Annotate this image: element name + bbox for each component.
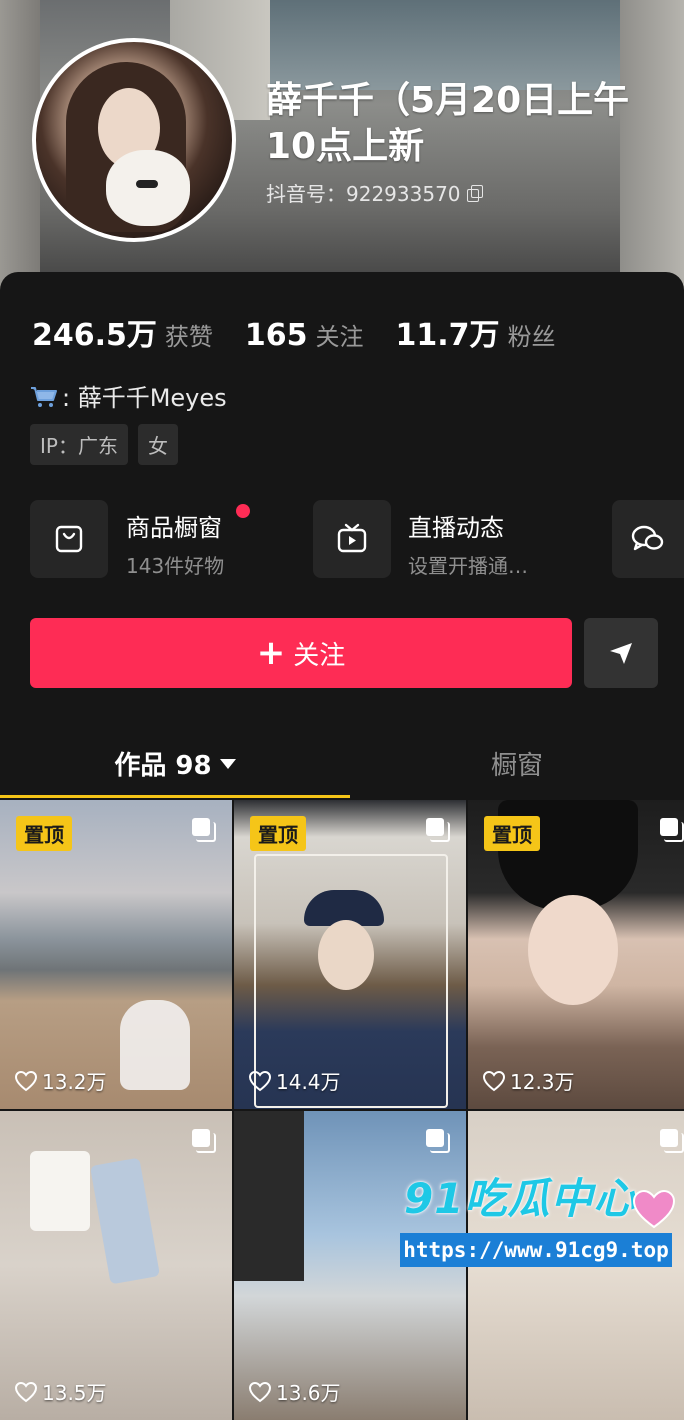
- tag-ip: IP：广东: [30, 424, 128, 465]
- shop-window-title[interactable]: 商品橱窗: [126, 508, 222, 543]
- follow-label: 关注: [293, 640, 346, 671]
- post-thumbnail[interactable]: 13.5万: [0, 1111, 232, 1420]
- tab-underline: [0, 795, 350, 798]
- like-count-text: 13.6万: [276, 1381, 341, 1405]
- live-subtitle: 设置开播通…: [408, 554, 528, 578]
- shop-window-entry[interactable]: [30, 500, 108, 578]
- stat-followers-value: 11.7万: [395, 318, 500, 353]
- shop-window-subtitle: 143件好物: [126, 554, 225, 578]
- tag-gender: 女: [137, 424, 178, 465]
- heart-logo-icon: [632, 1189, 676, 1229]
- stat-following-label: 关注: [315, 323, 364, 351]
- follow-button[interactable]: + 关注: [30, 618, 572, 688]
- like-count-text: 13.5万: [42, 1381, 107, 1405]
- post-thumbnail[interactable]: 置顶 13.2万: [0, 800, 232, 1109]
- stat-likes-label: 获赞: [164, 323, 213, 351]
- heart-icon: [14, 1070, 38, 1092]
- douyin-id-text: 抖音号：922933570: [266, 182, 461, 206]
- like-count: 13.5万: [14, 1377, 107, 1406]
- heart-icon: [248, 1070, 272, 1092]
- tab-shop-window[interactable]: 橱窗: [350, 730, 684, 796]
- douyin-id[interactable]: 抖音号：922933570: [266, 178, 483, 207]
- profile-tags: IP：广东 女: [30, 424, 178, 465]
- multi-image-icon: [192, 1129, 216, 1153]
- like-count-text: 14.4万: [276, 1070, 341, 1094]
- like-count: 13.6万: [248, 1377, 341, 1406]
- header-background-sea: [260, 0, 640, 90]
- share-button[interactable]: [584, 618, 658, 688]
- multi-image-icon: [660, 1129, 684, 1153]
- send-icon: [610, 643, 632, 664]
- like-count-text: 13.2万: [42, 1070, 107, 1094]
- like-count: 13.2万: [14, 1066, 107, 1095]
- stat-likes[interactable]: 246.5万 获赞: [32, 310, 213, 354]
- avatar[interactable]: [32, 38, 236, 242]
- stats-row: 246.5万 获赞 165 关注 11.7万 粉丝: [32, 310, 588, 354]
- heart-icon: [482, 1070, 506, 1092]
- copy-icon[interactable]: [466, 184, 483, 202]
- bag-icon: [55, 525, 83, 553]
- like-count: 12.3万: [482, 1066, 575, 1095]
- cart-icon: [30, 385, 58, 407]
- pinned-badge: 置顶: [484, 816, 540, 851]
- stat-following[interactable]: 165 关注: [245, 317, 364, 353]
- live-title[interactable]: 直播动态: [408, 508, 504, 543]
- tab-works-label: 作品 98: [114, 750, 212, 781]
- entry-row: 商品橱窗 143件好物 直播动态 设置开播通…: [30, 500, 684, 582]
- plus-icon: +: [256, 633, 286, 673]
- multi-image-icon: [426, 1129, 450, 1153]
- heart-icon: [14, 1381, 38, 1403]
- chat-entry[interactable]: [612, 500, 684, 578]
- stat-followers-label: 粉丝: [507, 323, 556, 351]
- pinned-badge: 置顶: [250, 816, 306, 851]
- post-thumbnail[interactable]: 置顶 12.3万: [468, 800, 684, 1109]
- multi-image-icon: [426, 818, 450, 842]
- stat-likes-value: 246.5万: [32, 318, 157, 353]
- profile-name: 薛千千（5月20日上午10点上新: [266, 80, 630, 167]
- tab-window-label: 橱窗: [490, 750, 543, 781]
- caret-down-icon: [219, 759, 236, 769]
- tv-icon: [337, 523, 367, 553]
- chat-icon: [631, 525, 664, 551]
- stat-followers[interactable]: 11.7万 粉丝: [396, 310, 556, 354]
- tab-works[interactable]: 作品 98: [0, 730, 350, 798]
- stat-following-value: 165: [244, 318, 308, 353]
- multi-image-icon: [660, 818, 684, 842]
- watermark-logo: 91吃瓜中心: [404, 1174, 637, 1223]
- live-entry[interactable]: [313, 500, 391, 578]
- like-count-text: 12.3万: [510, 1070, 575, 1094]
- post-thumbnail[interactable]: 置顶 14.4万: [234, 800, 466, 1109]
- like-count: 14.4万: [248, 1066, 341, 1095]
- watermark: 91吃瓜中心 https://www.91cg9.top: [400, 1165, 684, 1280]
- heart-icon: [248, 1381, 272, 1403]
- shop-link[interactable]: : 薛千千Meyes: [30, 378, 227, 413]
- shop-name: : 薛千千Meyes: [62, 384, 227, 412]
- pinned-badge: 置顶: [16, 816, 72, 851]
- multi-image-icon: [192, 818, 216, 842]
- new-dot: [236, 504, 250, 518]
- watermark-url: https://www.91cg9.top: [400, 1233, 672, 1267]
- tab-bar: 作品 98 橱窗: [0, 730, 684, 800]
